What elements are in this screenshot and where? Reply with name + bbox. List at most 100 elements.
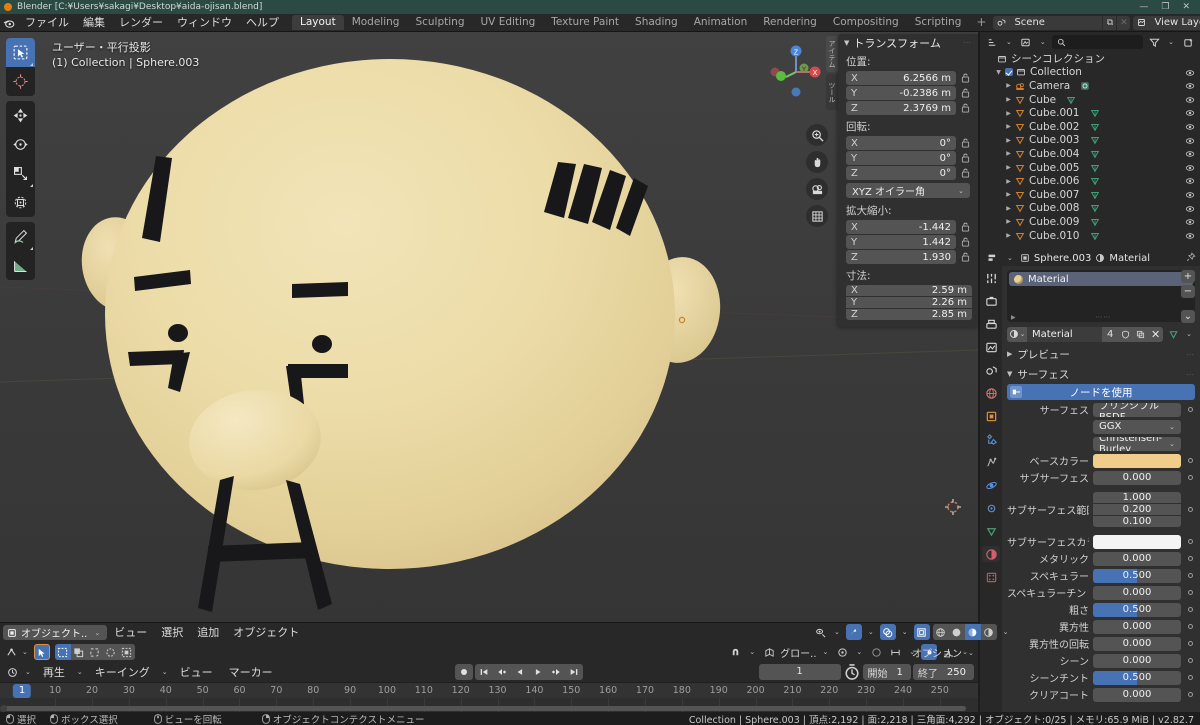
material-id-block[interactable]: ⌄ Material 4 ✕: [1007, 326, 1164, 342]
material-data-icon[interactable]: [1165, 326, 1181, 342]
animate-property-icon[interactable]: [1185, 607, 1195, 612]
tab-rendering[interactable]: Rendering: [755, 15, 825, 30]
eye-icon[interactable]: [1185, 163, 1195, 173]
mesh-data-icon[interactable]: [1090, 203, 1100, 213]
outliner[interactable]: ⌄ ⌄ ⌄ シーンコレクション ▼ Collection ▶ Camera ▶ …: [980, 32, 1200, 250]
outliner-row-object[interactable]: ▶ Cube.009: [980, 215, 1200, 229]
outliner-row-object[interactable]: ▶ Cube: [980, 93, 1200, 107]
dim-z-value[interactable]: 2.85 m: [932, 309, 967, 320]
properties-editor-type-icon[interactable]: [984, 250, 1000, 266]
eye-icon[interactable]: [1185, 122, 1195, 132]
mesh-data-icon[interactable]: [1090, 108, 1100, 118]
timeline-menu-view[interactable]: ビュー: [173, 665, 220, 680]
surface-panel-header[interactable]: ▼ サーフェス ⋯: [1007, 366, 1195, 382]
tab-texture-paint[interactable]: Texture Paint: [543, 15, 627, 30]
chevron-down-icon[interactable]: ⌄: [1003, 38, 1015, 46]
eye-icon[interactable]: [1185, 108, 1195, 118]
properties-tab-scene[interactable]: [982, 362, 1000, 378]
chevron-down-icon[interactable]: ⌄: [159, 668, 171, 676]
select-all-icon[interactable]: [118, 644, 135, 660]
location-row-x[interactable]: X 6.2566 m: [838, 71, 978, 85]
material-slot-specials-button[interactable]: ⌄: [1181, 310, 1195, 323]
shading-wireframe-icon[interactable]: [932, 624, 949, 640]
scene-name[interactable]: Scene: [1010, 15, 1103, 30]
outliner-row-object[interactable]: ▶ Cube.001: [980, 106, 1200, 120]
outliner-row-object[interactable]: ▶ Cube.008: [980, 202, 1200, 216]
tool-scale[interactable]: [6, 159, 35, 188]
scene-copy-button[interactable]: ⧉: [1102, 15, 1117, 30]
animate-property-icon[interactable]: [1185, 573, 1195, 578]
properties-material-name[interactable]: Material: [1109, 253, 1150, 264]
current-frame-field[interactable]: 1: [758, 664, 841, 680]
auto-keying-button[interactable]: [455, 664, 474, 680]
location-z-value[interactable]: 2.3769 m: [903, 103, 951, 114]
properties-tab-data[interactable]: [982, 523, 1000, 539]
tool-rotate[interactable]: [6, 130, 35, 159]
use-preview-range-icon[interactable]: [843, 664, 861, 680]
eye-icon[interactable]: [1185, 68, 1195, 78]
vector-field-component[interactable]: 0.100: [1093, 516, 1181, 527]
properties-tab-modifier[interactable]: [982, 431, 1000, 447]
camera-icon[interactable]: [806, 178, 828, 200]
rotation-x-value[interactable]: 0°: [940, 138, 951, 149]
location-row-z[interactable]: Z 2.3769 m: [838, 101, 978, 115]
mesh-data-icon[interactable]: [1090, 135, 1100, 145]
animate-property-icon[interactable]: [1185, 675, 1195, 680]
timeline-menu-marker[interactable]: マーカー: [222, 665, 280, 680]
rotation-row-z[interactable]: Z 0°: [838, 166, 978, 180]
properties-tab-world[interactable]: [982, 385, 1000, 401]
outliner-display-mode-icon[interactable]: [984, 34, 1000, 50]
chevron-down-icon[interactable]: ⌄: [1000, 628, 1012, 636]
slider-field[interactable]: 0.000: [1093, 653, 1181, 668]
transform-panel-header[interactable]: ▼ トランスフォーム ⋯: [838, 34, 978, 51]
jump-to-start-button[interactable]: [475, 664, 493, 680]
chevron-down-icon[interactable]: ⌄: [853, 648, 865, 656]
chevron-down-icon[interactable]: ⌄: [746, 648, 758, 656]
select-overlap-icon[interactable]: [70, 644, 87, 660]
color-swatch[interactable]: [1093, 453, 1181, 468]
collection-checkbox[interactable]: [1003, 68, 1014, 77]
outliner-row-object[interactable]: ▶ Cube.010: [980, 229, 1200, 243]
properties-tab-constraints[interactable]: [982, 500, 1000, 516]
mesh-data-icon[interactable]: [1090, 190, 1100, 200]
tool-tweak-select-box[interactable]: [6, 38, 35, 67]
use-nodes-button[interactable]: ノードを使用: [1007, 384, 1195, 400]
eye-icon[interactable]: [1185, 95, 1195, 105]
animate-property-icon[interactable]: [1185, 458, 1195, 463]
outliner-filter-icon[interactable]: [1146, 34, 1162, 50]
properties-tab-view-layer[interactable]: [982, 339, 1000, 355]
add-workspace-button[interactable]: +: [969, 15, 993, 30]
select-lasso-icon[interactable]: [86, 644, 103, 660]
frame-end-value[interactable]: 250: [943, 667, 974, 678]
chevron-right-icon[interactable]: ▶: [1004, 178, 1013, 185]
previous-keyframe-button[interactable]: [493, 664, 511, 680]
animate-property-icon[interactable]: [1185, 507, 1195, 512]
outliner-row-object[interactable]: ▶ Cube.004: [980, 147, 1200, 161]
eye-icon[interactable]: [1185, 231, 1195, 241]
tool-annotate[interactable]: [6, 222, 35, 251]
dim-x-value[interactable]: 2.59 m: [932, 285, 967, 296]
properties-tab-output[interactable]: [982, 316, 1000, 332]
chevron-down-icon[interactable]: ▼: [994, 69, 1003, 76]
select-mode-tweak[interactable]: [33, 644, 50, 660]
slider-field[interactable]: 0.000: [1093, 585, 1181, 600]
chevron-down-icon[interactable]: ⌄: [1183, 330, 1195, 338]
xray-toggle-icon[interactable]: [913, 624, 930, 640]
eye-icon[interactable]: [1185, 217, 1195, 227]
outliner-row-object[interactable]: ▶ Camera: [980, 79, 1200, 93]
maximize-button[interactable]: ❐: [1161, 2, 1169, 12]
shading-material-preview-icon[interactable]: [964, 624, 981, 640]
scene-selector[interactable]: Scene ⧉ ✕: [993, 15, 1131, 30]
grip-dots-icon[interactable]: ⋯⋯: [1095, 313, 1111, 321]
animate-property-icon[interactable]: [1185, 539, 1195, 544]
timeline-editor[interactable]: ⌄ 再生 ⌄ キーイング ⌄ ビュー マーカー 1 開始 1 終了 250 10…: [0, 662, 978, 714]
tab-animation[interactable]: Animation: [686, 15, 756, 30]
eye-icon[interactable]: [1185, 190, 1195, 200]
tool-transform[interactable]: [6, 188, 35, 217]
chevron-right-icon[interactable]: ▶: [1004, 232, 1013, 239]
eye-icon[interactable]: [1185, 149, 1195, 159]
chevron-right-icon[interactable]: ▶: [1004, 218, 1013, 225]
tool-cursor[interactable]: [6, 67, 35, 96]
chevron-right-icon[interactable]: ▶: [1004, 82, 1013, 89]
npanel-tab-item[interactable]: アイテム: [826, 36, 838, 72]
